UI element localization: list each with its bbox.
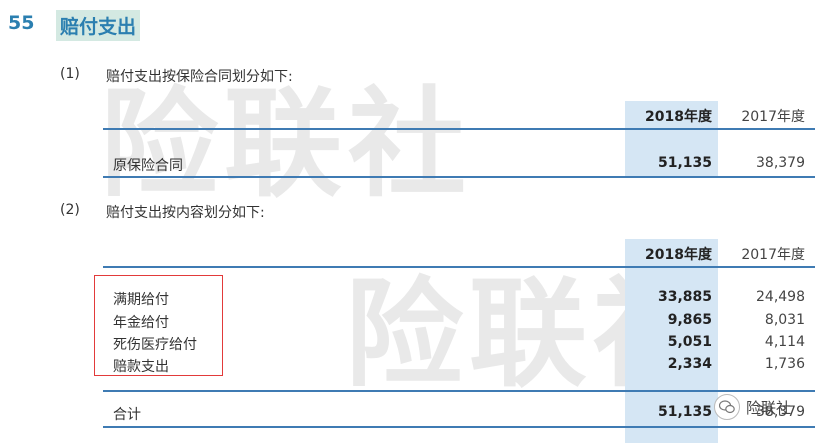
total-rule [103,426,815,428]
table-cell-2017: 38,379 [756,155,805,171]
wechat-icon [714,394,740,420]
total-2018: 51,135 [657,404,712,420]
table-cell-2017: 1,736 [764,356,805,372]
annotation-box [94,275,223,376]
header-rule [103,266,815,268]
table-cell-2017: 8,031 [764,312,805,328]
table-cell-2018: 33,885 [657,289,712,305]
table-cell-2018: 9,865 [667,312,712,328]
column-header-2017: 2017年度 [741,247,805,263]
table-row-label: 原保险合同 [113,158,183,174]
brand-name: 险联社 [746,398,792,417]
row-rule [103,176,815,178]
table-caption: 赔付支出按内容划分如下: [106,205,265,221]
brand-badge: 险联社 [714,394,791,420]
header-rule [103,128,815,130]
item-number: (2) [60,202,80,218]
table-cell-2018: 2,334 [667,356,712,372]
section-number: 55 [8,12,35,34]
section-title: 赔付支出 [56,10,141,41]
table-cell-2018: 51,135 [657,155,712,171]
table-cell-2017: 4,114 [764,334,805,350]
item-number: (1) [60,66,80,82]
subtotal-rule [103,390,815,392]
column-header-2017: 2017年度 [741,109,805,125]
table-caption: 赔付支出按保险合同划分如下: [106,69,293,85]
column-header-2018: 2018年度 [645,247,712,263]
table-cell-2018: 5,051 [667,334,712,350]
column-header-2018: 2018年度 [645,109,712,125]
total-label: 合计 [113,407,141,423]
table-cell-2017: 24,498 [756,289,805,305]
